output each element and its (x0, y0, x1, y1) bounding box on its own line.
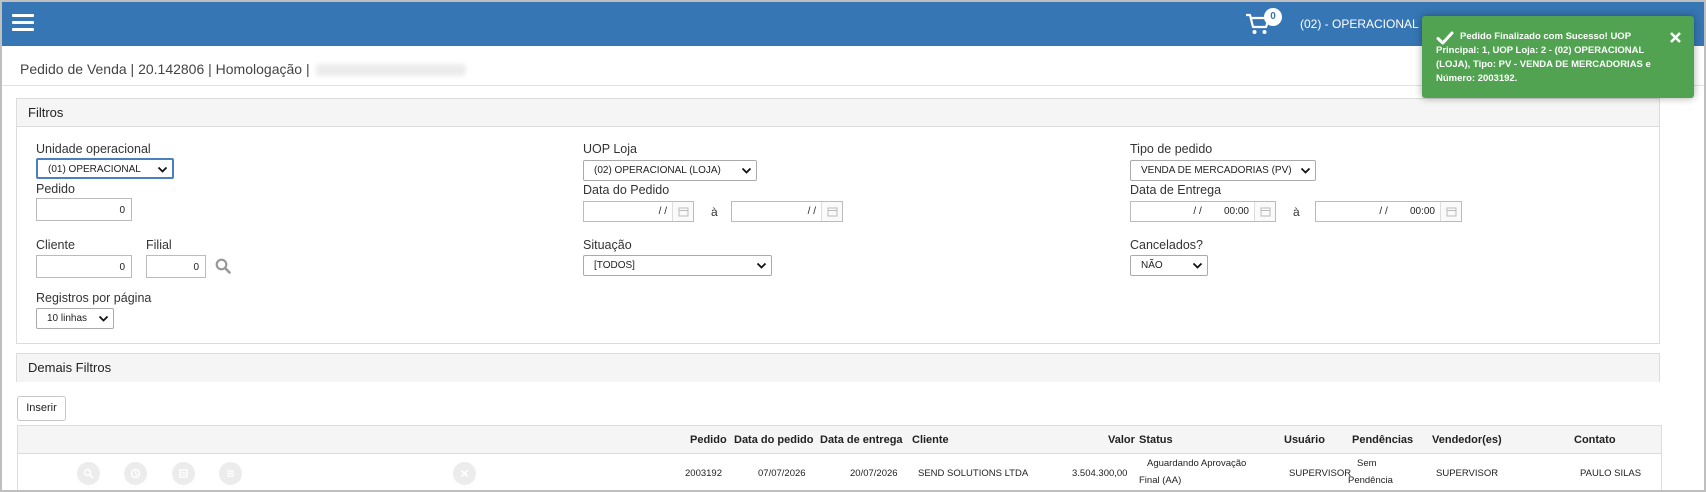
demais-filtros-title[interactable]: Demais Filtros (17, 354, 1659, 382)
uop-loja-select[interactable]: (02) OPERACIONAL (LOJA) (583, 160, 757, 181)
situacao-select[interactable]: [TODOS] (583, 255, 772, 276)
filial-input[interactable]: 0 (146, 255, 206, 278)
close-icon[interactable] (1669, 31, 1682, 44)
menu-icon[interactable] (12, 14, 34, 32)
calendar-icon (1446, 207, 1457, 217)
cancelados-value: NÃO (1141, 260, 1163, 271)
orders-table: Pedido Data do pedido Data de entrega Cl… (17, 425, 1662, 490)
data-pedido-to-input[interactable]: / / (731, 201, 843, 222)
col-data-entrega[interactable]: Data de entrega (820, 434, 903, 446)
cell-pendencias: Sem Pendência (1348, 458, 1393, 486)
unidade-operacional-select[interactable]: (01) OPERACIONAL (36, 158, 174, 179)
demais-filtros-panel: Demais Filtros (16, 353, 1660, 382)
data-pedido-to-value: / / (807, 206, 816, 217)
uop-loja-value: (02) OPERACIONAL (LOJA) (594, 165, 721, 176)
list-icon (227, 470, 234, 477)
toast-message: Pedido Finalizado com Sucesso! UOP Princ… (1436, 31, 1651, 84)
cell-valor: 3.504.300,00 (1072, 468, 1128, 479)
cell-data-entrega: 20/07/2026 (850, 468, 898, 479)
range-separator: à (711, 205, 718, 219)
situacao-value: [TODOS] (594, 260, 635, 271)
current-uop-label[interactable]: (02) - OPERACIONAL ( (1300, 17, 1426, 31)
success-toast[interactable]: Pedido Finalizado com Sucesso! UOP Princ… (1422, 16, 1694, 98)
chevron-down-icon (756, 262, 767, 269)
cell-cliente: SEND SOLUTIONS LTDA (918, 468, 1029, 479)
cancelados-label: Cancelados? (1130, 238, 1203, 252)
breadcrumb-text: Pedido de Venda | 20.142806 | Homologaçã… (20, 61, 310, 77)
chevron-down-icon (1192, 262, 1203, 269)
calendar-button[interactable] (1440, 202, 1461, 221)
col-cliente[interactable]: Cliente (912, 434, 949, 446)
col-contato[interactable]: Contato (1574, 434, 1616, 446)
cancelados-select[interactable]: NÃO (1130, 255, 1208, 276)
calendar-button[interactable] (672, 202, 693, 221)
data-pedido-from-input[interactable]: / / (583, 201, 694, 222)
col-valor[interactable]: Valor (1108, 434, 1135, 446)
range-separator: à (1293, 205, 1300, 219)
registros-por-pagina-label: Registros por página (36, 291, 152, 305)
registros-por-pagina-value: 10 linhas (47, 313, 88, 324)
pedido-label: Pedido (36, 182, 75, 196)
data-entrega-to-input[interactable]: / / 00:00 (1315, 201, 1462, 222)
history-button[interactable] (124, 462, 147, 485)
cliente-label: Cliente (36, 238, 75, 252)
tipo-pedido-label: Tipo de pedido (1130, 142, 1213, 156)
cell-vendedores: SUPERVISOR (1436, 468, 1499, 479)
data-entrega-from-input[interactable]: / / 00:00 (1130, 201, 1276, 222)
close-icon (460, 469, 469, 478)
col-status[interactable]: Status (1139, 434, 1173, 446)
history-icon (130, 468, 141, 479)
chevron-down-icon (157, 166, 168, 173)
cell-pedido: 2003192 (685, 468, 722, 479)
cell-data-pedido: 07/07/2026 (758, 468, 806, 479)
app-frame: 0 (02) - OPERACIONAL ( Pedido de Venda |… (0, 0, 1706, 492)
cell-usuario: SUPERVISOR (1289, 468, 1352, 479)
magnifier-icon (83, 468, 94, 479)
inserir-button[interactable]: Inserir (17, 396, 66, 421)
print-button[interactable] (172, 462, 195, 485)
unidade-operacional-value: (01) OPERACIONAL (48, 164, 141, 175)
col-vendedores[interactable]: Vendedor(es) (1432, 434, 1502, 446)
calendar-button[interactable] (821, 202, 842, 221)
unidade-operacional-label: Unidade operacional (36, 142, 151, 156)
tipo-pedido-value: VENDA DE MERCADORIAS (PV) (1141, 165, 1292, 176)
filial-label: Filial (146, 238, 172, 252)
data-pedido-label: Data do Pedido (583, 183, 670, 197)
tipo-pedido-select[interactable]: VENDA DE MERCADORIAS (PV) (1130, 160, 1316, 181)
calendar-button[interactable] (1254, 202, 1275, 221)
cancel-button[interactable] (453, 462, 476, 485)
redacted-text (315, 64, 466, 77)
cliente-input[interactable]: 0 (36, 255, 132, 278)
col-usuario[interactable]: Usuário (1284, 434, 1325, 446)
list-button[interactable] (219, 462, 242, 485)
registros-por-pagina-select[interactable]: 10 linhas (36, 308, 114, 329)
cell-status: Aguardando Aprovação Final (AA) (1139, 458, 1247, 486)
view-button[interactable] (77, 462, 100, 485)
chevron-down-icon (1300, 167, 1311, 174)
calendar-icon (827, 207, 838, 217)
breadcrumb: Pedido de Venda | 20.142806 | Homologaçã… (20, 61, 466, 77)
data-entrega-from-value: / / 00:00 (1193, 206, 1249, 217)
situacao-label: Situação (583, 238, 632, 252)
cell-contato: PAULO SILAS (1580, 468, 1642, 479)
chevron-down-icon (98, 315, 109, 322)
calendar-icon (1260, 207, 1271, 217)
pedido-input[interactable]: 0 (36, 198, 132, 221)
data-entrega-to-value: / / 00:00 (1379, 206, 1435, 217)
col-data-pedido[interactable]: Data do pedido (734, 434, 813, 446)
chevron-down-icon (741, 167, 752, 174)
calendar-icon (678, 207, 689, 217)
document-icon (179, 469, 188, 478)
cart-count-badge: 0 (1264, 8, 1282, 26)
filters-panel-title[interactable]: Filtros (17, 99, 1659, 127)
col-pendencias[interactable]: Pendências (1352, 434, 1413, 446)
search-icon[interactable] (215, 258, 231, 274)
table-header: Pedido Data do pedido Data de entrega Cl… (18, 426, 1661, 454)
data-pedido-from-value: / / (658, 206, 667, 217)
data-entrega-label: Data de Entrega (1130, 183, 1222, 197)
col-pedido[interactable]: Pedido (690, 434, 727, 446)
uop-loja-label: UOP Loja (583, 142, 637, 156)
